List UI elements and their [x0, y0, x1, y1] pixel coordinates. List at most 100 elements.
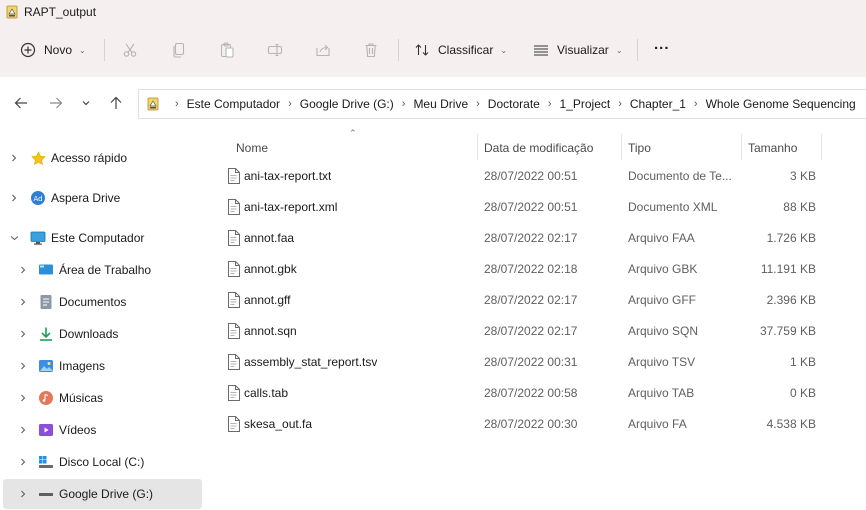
file-size: 3 KB	[789, 169, 816, 183]
address-bar[interactable]: › Este Computador › Google Drive (G:) › …	[138, 89, 866, 119]
file-row[interactable]: annot.sqn 28/07/2022 02:17 Arquivo SQN 37.7…	[224, 316, 844, 346]
cut-button[interactable]	[122, 35, 138, 65]
column-header-date[interactable]: Data de modificação	[484, 134, 593, 162]
column-divider[interactable]	[821, 134, 822, 160]
column-header-type[interactable]: Tipo	[628, 134, 651, 162]
chevron-right-icon[interactable]	[9, 193, 19, 203]
sidebar-item-music[interactable]: Músicas	[0, 383, 202, 413]
sidebar-item-this-pc[interactable]: Este Computador	[0, 223, 202, 253]
chevron-right-icon[interactable]	[9, 153, 19, 163]
chevron-right-icon: ›	[693, 98, 698, 110]
sidebar-item-label: Aspera Drive	[51, 191, 121, 205]
breadcrumb-item[interactable]: Chapter_1	[630, 97, 686, 111]
file-row[interactable]: annot.gbk 28/07/2022 02:18 Arquivo GBK 11.1…	[224, 254, 844, 284]
file-size: 11.191 KB	[760, 262, 816, 276]
file-name: annot.gbk	[244, 262, 297, 276]
breadcrumb-item[interactable]: Doctorate	[488, 97, 540, 111]
file-type: Arquivo GBK	[628, 262, 698, 276]
file-size: 2.396 KB	[766, 293, 816, 307]
pictures-icon	[38, 358, 54, 374]
more-icon: ...	[654, 35, 670, 53]
file-row[interactable]: skesa_out.fa 28/07/2022 00:30 Arquivo FA 4.…	[224, 409, 844, 439]
column-header-label: Data de modificação	[484, 141, 594, 155]
column-header-size[interactable]: Tamanho	[748, 134, 797, 162]
title-bar: RAPT_output	[0, 0, 866, 24]
chevron-right-icon[interactable]	[18, 457, 28, 467]
recent-locations-button[interactable]	[77, 95, 95, 113]
sidebar-item-aspera-drive[interactable]: Ad Aspera Drive	[0, 183, 202, 213]
file-name: annot.faa	[244, 231, 295, 245]
download-icon	[38, 326, 54, 342]
sidebar-item-desktop[interactable]: Área de Trabalho	[0, 255, 202, 285]
file-date: 28/07/2022 00:30	[484, 417, 578, 431]
view-icon	[533, 42, 549, 58]
file-date: 28/07/2022 02:17	[484, 293, 578, 307]
file-row[interactable]: ani-tax-report.txt 28/07/2022 00:51 Docume…	[224, 161, 844, 191]
view-button[interactable]: Visualizar ⌄	[533, 35, 623, 65]
file-size: 0 KB	[789, 386, 816, 400]
file-icon	[227, 354, 241, 370]
sidebar-item-downloads[interactable]: Downloads	[0, 319, 202, 349]
file-icon	[227, 323, 241, 339]
sidebar-item-documents[interactable]: Documentos	[0, 287, 202, 317]
sidebar-item-label: Área de Trabalho	[59, 263, 152, 277]
sidebar-item-quick-access[interactable]: Acesso rápido	[0, 143, 202, 173]
sort-button[interactable]: Classificar ⌄	[414, 35, 507, 65]
delete-button[interactable]	[363, 35, 379, 65]
file-type: Documento XML	[628, 200, 718, 214]
file-size: 4.538 KB	[766, 417, 816, 431]
file-icon	[227, 199, 241, 215]
chevron-right-icon[interactable]	[18, 329, 28, 339]
sidebar-item-google-drive[interactable]: Google Drive (G:)	[3, 479, 202, 509]
more-options-button[interactable]: ...	[654, 29, 670, 59]
back-button[interactable]	[12, 95, 30, 113]
sidebar-item-local-disk[interactable]: Disco Local (C:)	[0, 447, 202, 477]
chevron-right-icon[interactable]	[18, 425, 28, 435]
file-row[interactable]: annot.gff 28/07/2022 02:17 Arquivo GFF 2.39…	[224, 285, 844, 315]
up-button[interactable]	[107, 95, 125, 113]
navigation-row: › Este Computador › Google Drive (G:) › …	[0, 87, 866, 121]
column-header-name[interactable]: Nome	[236, 134, 268, 162]
file-row[interactable]: annot.faa 28/07/2022 02:17 Arquivo FAA 1.72…	[224, 223, 844, 253]
column-header-label: Tipo	[628, 141, 651, 155]
share-icon	[315, 42, 331, 58]
column-divider[interactable]	[477, 134, 478, 160]
sidebar-item-label: Downloads	[59, 327, 119, 341]
folder-drive-icon	[147, 97, 159, 111]
file-size: 37.759 KB	[759, 324, 816, 338]
chevron-right-icon[interactable]	[18, 265, 28, 275]
breadcrumb-item[interactable]: Este Computador	[187, 97, 280, 111]
file-type: Arquivo FA	[628, 417, 687, 431]
share-button[interactable]	[315, 35, 331, 65]
file-date: 28/07/2022 02:17	[484, 324, 578, 338]
copy-button[interactable]	[171, 35, 187, 65]
paste-button[interactable]	[219, 35, 235, 65]
file-name: calls.tab	[244, 386, 289, 400]
sidebar-item-label: Este Computador	[51, 231, 145, 245]
chevron-right-icon[interactable]	[18, 393, 28, 403]
breadcrumb-item[interactable]: 1_Project	[560, 97, 611, 111]
file-date: 28/07/2022 00:58	[484, 386, 578, 400]
column-divider[interactable]	[741, 134, 742, 160]
file-name: ani-tax-report.xml	[244, 200, 338, 214]
forward-button[interactable]	[47, 95, 65, 113]
sidebar-item-videos[interactable]: Vídeos	[0, 415, 202, 445]
new-label: Novo	[44, 43, 73, 57]
breadcrumb-item[interactable]: Meu Drive	[413, 97, 468, 111]
file-row[interactable]: ani-tax-report.xml 28/07/2022 00:51 Docume…	[224, 192, 844, 222]
chevron-right-icon[interactable]	[18, 489, 28, 499]
chevron-right-icon[interactable]	[18, 361, 28, 371]
file-row[interactable]: assembly_stat_report.tsv 28/07/2022 00:31…	[224, 347, 844, 377]
sidebar-item-pictures[interactable]: Imagens	[0, 351, 202, 381]
breadcrumb-item[interactable]: Google Drive (G:)	[300, 97, 394, 111]
new-button[interactable]: Novo ⌄	[20, 35, 86, 65]
file-row[interactable]: calls.tab 28/07/2022 00:58 Arquivo TAB 0 KB	[224, 378, 844, 408]
chevron-down-icon[interactable]	[9, 233, 19, 243]
chevron-right-icon[interactable]	[18, 297, 28, 307]
arrow-up-icon	[109, 96, 123, 113]
column-divider[interactable]	[621, 134, 622, 160]
rename-icon	[267, 42, 283, 58]
breadcrumb-item[interactable]: Whole Genome Sequencing	[706, 97, 856, 111]
videos-icon	[38, 422, 54, 438]
rename-button[interactable]	[267, 35, 283, 65]
